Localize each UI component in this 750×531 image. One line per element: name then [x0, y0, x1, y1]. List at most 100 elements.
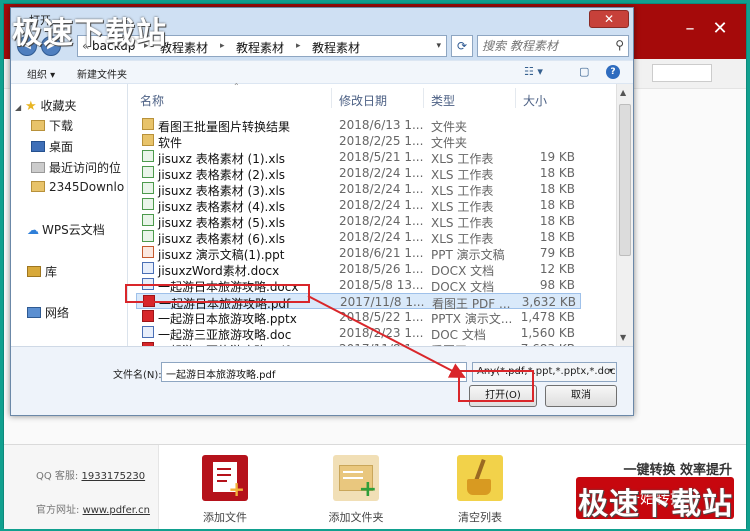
column-headers: 名称 ⌃ 修改日期 类型 大小 [128, 82, 616, 110]
sidebar-item-2345downloads[interactable]: 2345Downlo [31, 180, 124, 198]
column-date[interactable]: 修改日期 [339, 92, 387, 109]
selection-highlight [125, 284, 310, 303]
doc-file-icon [142, 262, 154, 274]
file-row[interactable]: 一起游日本旅游攻略.pptx 2018/5/22 1... PPTX 演示文... 1… [136, 309, 581, 326]
breadcrumb-folder-3[interactable]: 教程素材 [312, 39, 360, 56]
scroll-up-icon[interactable]: ▲ [620, 88, 626, 97]
clear-list-label: 清空列表 [458, 511, 502, 524]
file-size: 19 KB [539, 150, 575, 164]
file-row[interactable]: jisuxz 表格素材 (3).xls 2018/2/24 1... XLS 工作表… [136, 181, 581, 198]
file-date: 2018/2/24 1... [339, 198, 424, 212]
add-file-label: 添加文件 [203, 511, 247, 524]
add-file-icon: + [202, 455, 248, 501]
app-output-field[interactable] [652, 64, 712, 82]
sidebar-item-recent[interactable]: 最近访问的位 [31, 159, 121, 177]
column-type[interactable]: 类型 [431, 92, 455, 109]
broom-icon [457, 455, 503, 501]
sidebar-item-libraries[interactable]: 库 [27, 263, 57, 281]
file-date: 2018/5/26 1... [339, 262, 424, 276]
sidebar-item-network[interactable]: 网络 [27, 304, 69, 322]
ppt-file-icon [142, 246, 154, 258]
sidebar-item-desktop[interactable]: 桌面 [31, 138, 73, 156]
file-date: 2018/5/8 13... [339, 278, 424, 292]
add-folder-button[interactable]: + 添加文件夹 [321, 455, 391, 525]
dialog-toolbar: 组织 ▾ 新建文件夹 ☷ ▾ ▢ ? [11, 60, 633, 84]
breadcrumb-folder-2[interactable]: 教程素材 [236, 39, 284, 56]
qq-link[interactable]: 1933175230 [81, 471, 145, 482]
file-row[interactable]: 看图王批量图片转换结果 2018/6/13 1... 文件夹 [136, 117, 581, 134]
sidebar-item-favorites[interactable]: ◢ ★ 收藏夹 [15, 97, 76, 115]
file-date: 2018/6/13 1... [339, 118, 424, 132]
file-row[interactable]: jisuxz 表格素材 (5).xls 2018/2/24 1... XLS 工作表… [136, 213, 581, 230]
star-icon: ★ [24, 99, 37, 114]
file-size: 98 KB [539, 278, 575, 292]
network-icon [27, 307, 41, 318]
folder-file-icon [142, 118, 154, 130]
xls-file-icon [142, 150, 154, 162]
add-file-button[interactable]: + 添加文件 [190, 455, 260, 525]
file-row[interactable]: jisuxz 表格素材 (6).xls 2018/2/24 1... XLS 工作表… [136, 229, 581, 246]
file-date: 2018/2/24 1... [339, 182, 424, 196]
file-date: 2018/2/25 1... [339, 134, 424, 148]
scrollbar-thumb[interactable] [619, 104, 631, 256]
help-icon[interactable]: ? [606, 65, 620, 79]
file-date: 2018/2/24 1... [339, 214, 424, 228]
vertical-scrollbar[interactable]: ▲ ▼ [616, 84, 633, 346]
column-name[interactable]: 名称 [140, 92, 164, 109]
refresh-icon[interactable]: ⟳ [451, 35, 473, 57]
navigation-pane: ◢ ★ 收藏夹 下载 桌面 最近访问的位 2345Downlo ☁ WPS云文档 … [11, 84, 128, 346]
view-options-icon[interactable]: ☷ ▾ [524, 65, 543, 78]
xls-file-icon [142, 198, 154, 210]
qq-label: QQ 客服: [36, 471, 79, 482]
organize-button[interactable]: 组织 ▾ [27, 66, 55, 81]
file-date: 2018/2/23 1... [339, 326, 424, 340]
xls-file-icon [142, 182, 154, 194]
breadcrumb-folder-1[interactable]: 教程素材 [160, 39, 208, 56]
file-row[interactable]: jisuxzWord素材.docx 2018/5/26 1... DOCX 文档 12… [136, 261, 581, 278]
filename-label: 文件名(N): [113, 370, 162, 381]
contact-panel: QQ 客服: 1933175230 官方网址: www.pdfer.cn [4, 445, 159, 529]
dialog-close-button[interactable]: ✕ [589, 10, 629, 28]
file-row[interactable]: jisuxz 演示文稿(1).ppt 2018/6/21 1... PPT 演示文稿… [136, 245, 581, 262]
file-size: 18 KB [539, 214, 575, 228]
scroll-down-icon[interactable]: ▼ [620, 333, 626, 342]
file-row[interactable]: 软件 2018/2/25 1... 文件夹 [136, 133, 581, 150]
close-icon[interactable]: ✕ [708, 18, 732, 39]
file-row[interactable]: jisuxz 表格素材 (1).xls 2018/5/21 1... XLS 工作表… [136, 149, 581, 166]
file-list: 名称 ⌃ 修改日期 类型 大小 看图王批量图片转换结果 2018/6/13 1..… [128, 82, 633, 358]
dropdown-icon: ▾ [608, 366, 613, 375]
search-icon[interactable]: ⚲ [615, 38, 624, 52]
file-size: 18 KB [539, 182, 575, 196]
preview-pane-icon[interactable]: ▢ [579, 65, 589, 78]
site-label: 官方网址: [36, 505, 80, 516]
file-size: 1,560 KB [520, 326, 575, 340]
file-date: 2018/2/24 1... [339, 230, 424, 244]
new-folder-button[interactable]: 新建文件夹 [77, 66, 127, 81]
file-row[interactable]: 一起游三亚旅游攻略.doc 2018/2/23 1... DOC 文档 1,560 K… [136, 325, 581, 342]
filename-input[interactable]: 一起游日本旅游攻略.pdf [161, 362, 467, 382]
watermark-top: 极速下载站 [12, 16, 167, 51]
clear-list-button[interactable]: 清空列表 [445, 455, 515, 525]
sidebar-item-wps-cloud[interactable]: ☁ WPS云文档 [27, 221, 105, 239]
xls-file-icon [142, 230, 154, 242]
file-size: 18 KB [539, 198, 575, 212]
search-input[interactable] [478, 36, 603, 56]
sidebar-item-downloads[interactable]: 下载 [31, 117, 73, 135]
column-size[interactable]: 大小 [523, 92, 547, 109]
file-row[interactable]: jisuxz 表格素材 (4).xls 2018/2/24 1... XLS 工作表… [136, 197, 581, 214]
file-row[interactable]: jisuxz 表格素材 (2).xls 2018/2/24 1... XLS 工作表… [136, 165, 581, 182]
minimize-icon[interactable]: – [678, 18, 702, 39]
watermark-bottom: 极速下载站 [578, 487, 733, 522]
xls-file-icon [142, 214, 154, 226]
file-date: 2017/11/8 1... [340, 295, 425, 309]
cancel-button[interactable]: 取消 [545, 385, 617, 407]
add-folder-icon: + [333, 455, 379, 501]
file-size: 1,478 KB [520, 310, 575, 324]
address-dropdown-icon[interactable]: ▾ [436, 41, 441, 51]
cloud-icon: ☁ [27, 223, 39, 237]
slogan: 一键转换 效率提升 [623, 463, 732, 478]
library-icon [27, 266, 41, 277]
folder-icon [31, 120, 45, 131]
search-box: ⚲ [477, 35, 629, 57]
site-link[interactable]: www.pdfer.cn [83, 505, 150, 516]
